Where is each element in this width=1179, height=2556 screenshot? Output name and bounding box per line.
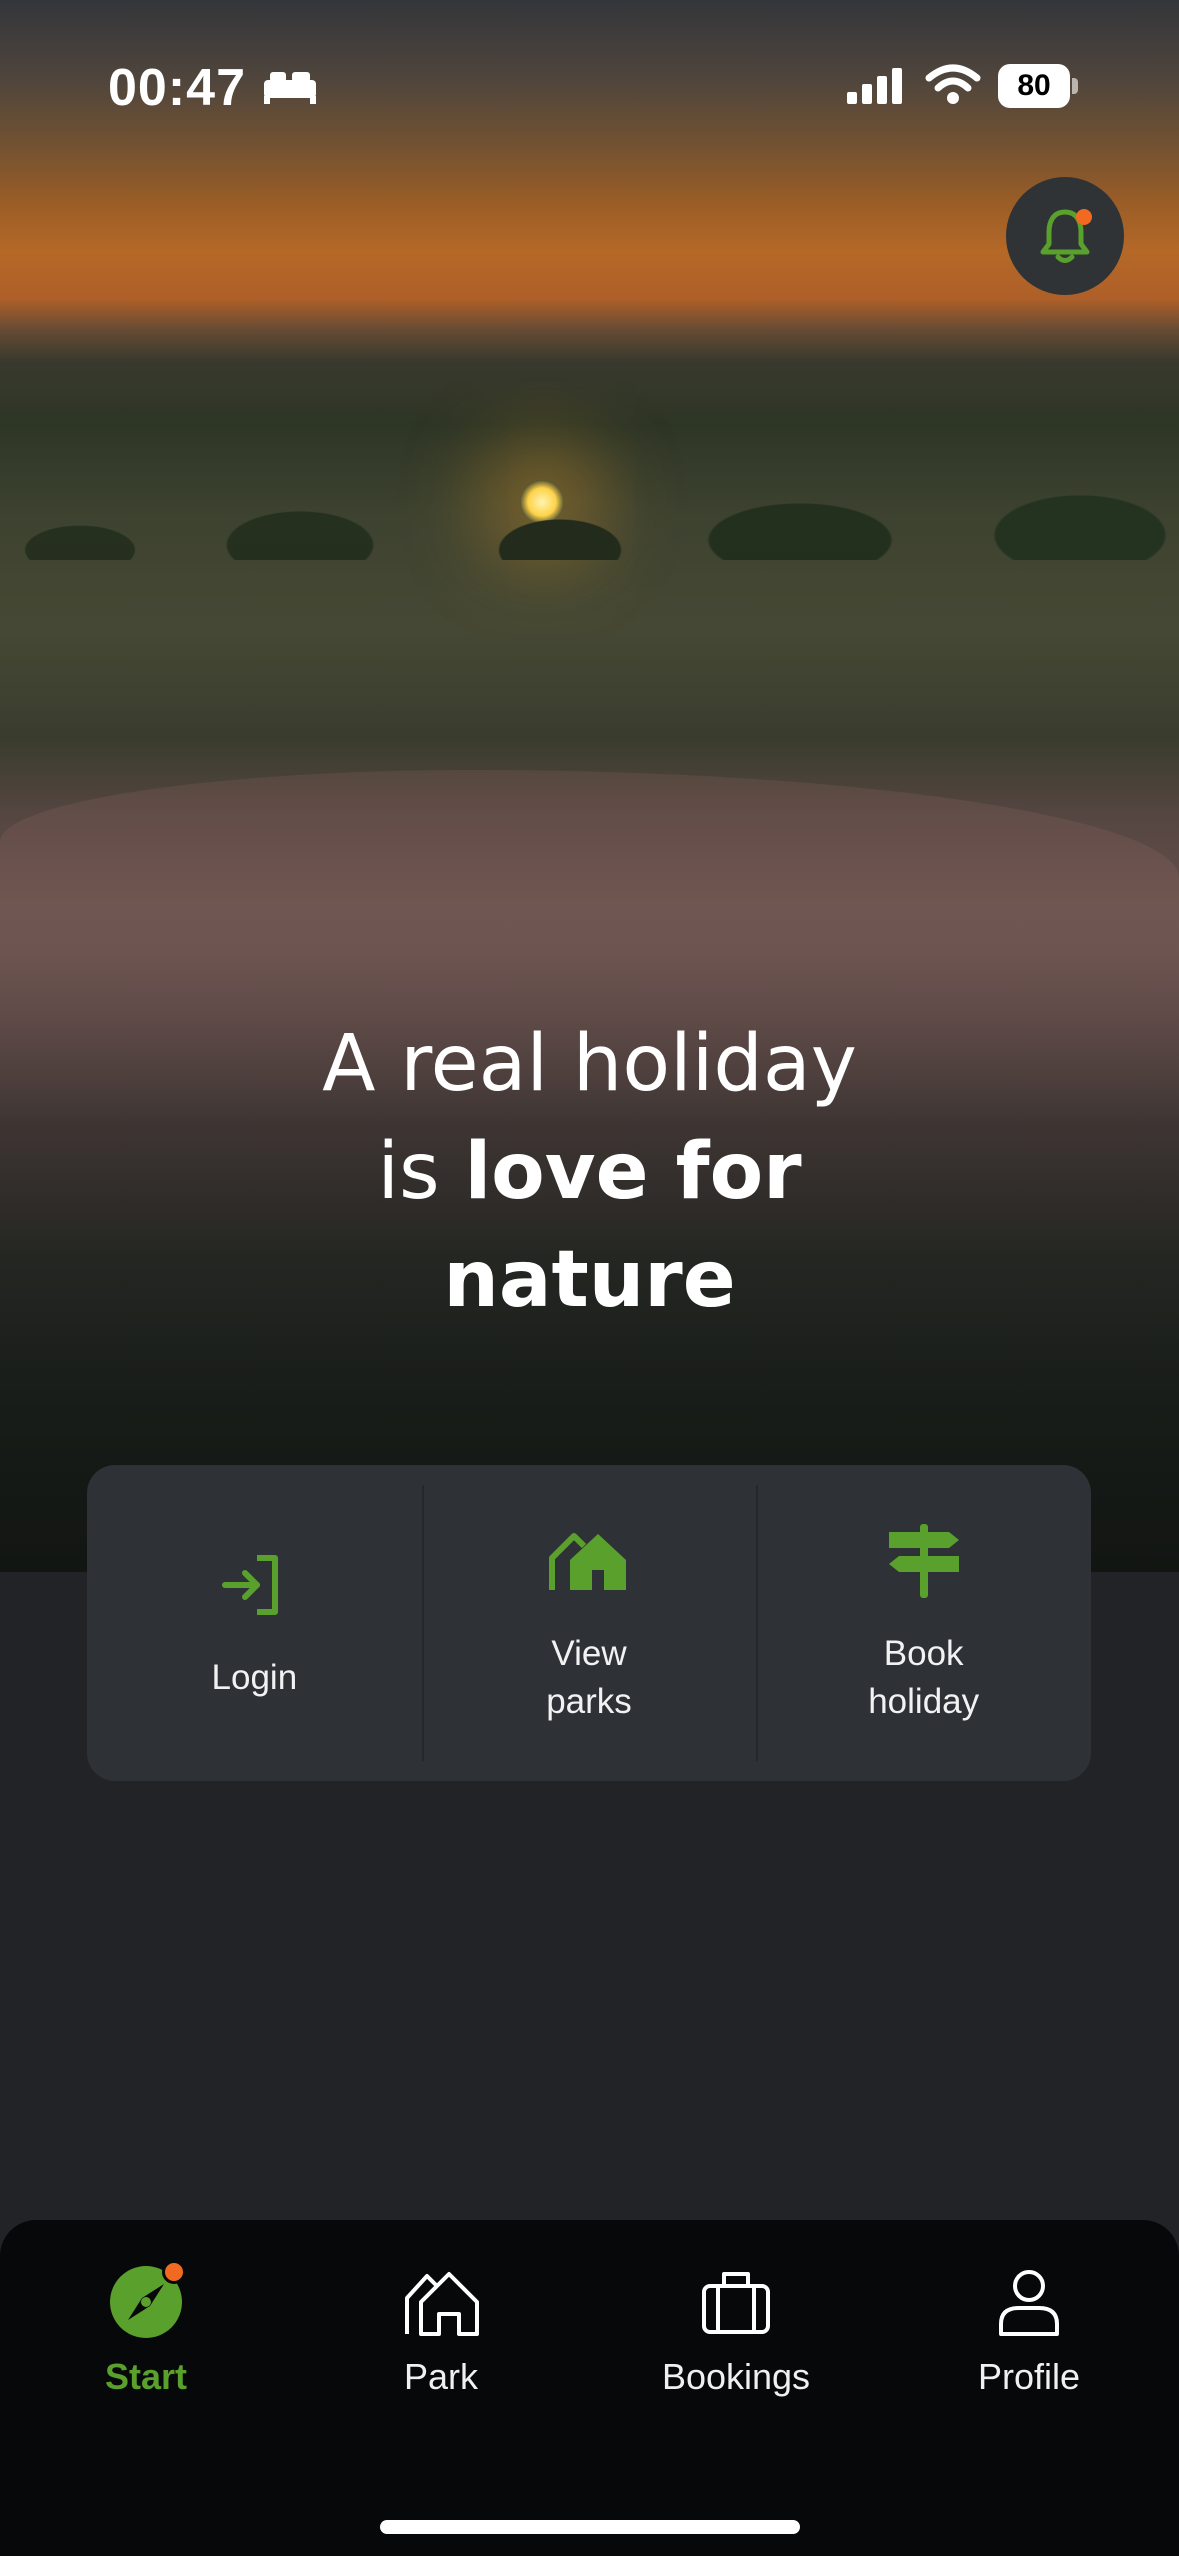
battery-icon: 80 (998, 64, 1078, 108)
book-holiday-label: Book holiday (868, 1634, 980, 1721)
signpost-icon (888, 1524, 959, 1598)
headline-bold-2: nature (443, 1235, 736, 1325)
person-icon (999, 2270, 1059, 2336)
image-overlay (0, 0, 1179, 1572)
headline-line-2: is love for (0, 1118, 1179, 1226)
notifications-button[interactable] (1006, 177, 1124, 295)
bottom-tab-bar: Start Park Bookings Profile (0, 2220, 1179, 2556)
headline-line-1: A real holiday (322, 1019, 857, 1109)
tab-park[interactable]: Park (331, 2262, 551, 2398)
quick-actions-card: Login View parks Book holiday (87, 1465, 1091, 1781)
tab-bookings-label: Bookings (661, 2356, 811, 2397)
tab-start-label: Start (104, 2356, 188, 2397)
park-house-icon (405, 2272, 479, 2336)
login-button[interactable]: Login (87, 1465, 422, 1781)
suitcase-icon (702, 2272, 770, 2334)
view-parks-label: View parks (546, 1634, 632, 1721)
headline-prefix: is (377, 1127, 465, 1217)
headline-bold-1: love for (464, 1127, 802, 1217)
status-time: 00:47 (108, 59, 246, 117)
tab-profile-label: Profile (977, 2356, 1081, 2397)
battery-level: 80 (998, 64, 1070, 108)
login-icon (222, 1555, 279, 1615)
hero-headline: A real holiday is love for nature (0, 1010, 1179, 1334)
tab-start[interactable]: Start (36, 2260, 256, 2398)
headline-line-3: nature (0, 1226, 1179, 1334)
hero-background-image (0, 0, 1179, 1572)
tab-profile[interactable]: Profile (919, 2262, 1139, 2398)
signal-icon (847, 68, 902, 104)
bed-icon (264, 72, 316, 104)
tab-park-label: Park (403, 2356, 479, 2397)
home-indicator[interactable] (380, 2520, 800, 2534)
status-bar: 00:47 80 (0, 0, 1179, 150)
view-parks-button[interactable]: View parks (421, 1465, 757, 1781)
start-badge (162, 2260, 186, 2284)
tab-bookings[interactable]: Bookings (626, 2262, 846, 2398)
wifi-icon (925, 64, 981, 104)
house-icon (549, 1533, 626, 1590)
book-holiday-button[interactable]: Book holiday (756, 1465, 1091, 1781)
notification-badge (1076, 209, 1092, 225)
login-label: Login (211, 1658, 298, 1697)
